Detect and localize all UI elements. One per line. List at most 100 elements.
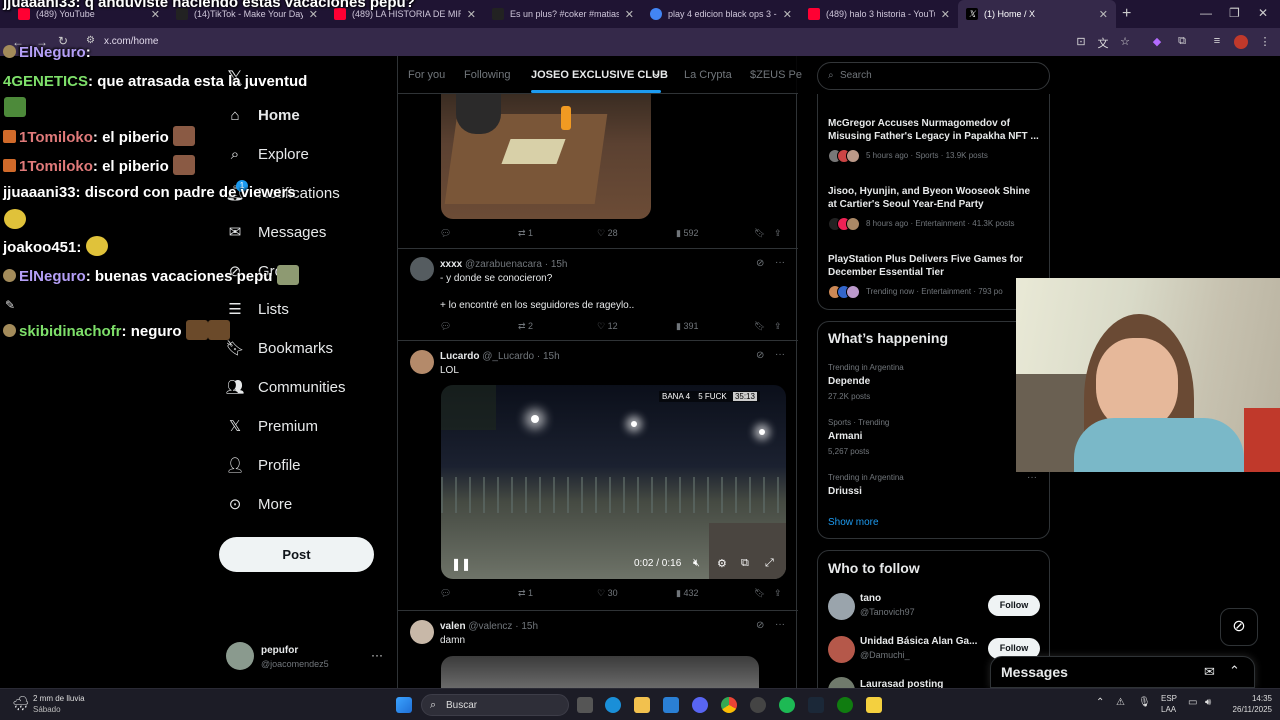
bookmark-icon[interactable]: 🔖︎ xyxy=(754,228,765,239)
window-close-icon[interactable]: ✕ xyxy=(1258,6,1268,20)
share-icon[interactable]: ⇪ xyxy=(774,228,782,239)
news-headline[interactable]: Jisoo, Hyunjin, and Byeon Wooseok Shine … xyxy=(828,185,1040,211)
share-icon[interactable]: ⇪ xyxy=(774,588,782,599)
browser-tab-active[interactable]: 𝕏 (1) Home / X ✕ xyxy=(958,0,1116,28)
minimize-icon[interactable]: — xyxy=(1200,6,1212,20)
tweet[interactable]: 💬︎ ⇄ 1 ♡ 28 ▮ 592 🔖︎ ⇪ xyxy=(398,94,798,249)
pause-icon[interactable]: ❚❚ xyxy=(451,557,471,571)
store-icon[interactable] xyxy=(663,697,679,713)
chevron-down-icon[interactable]: ⌄ xyxy=(652,68,660,79)
browser-tab[interactable]: Es un plus? #coker #matiasboti ✕ xyxy=(484,0,642,28)
author-handle[interactable]: @zarabuenacara xyxy=(465,259,542,270)
tweet[interactable]: Lucardo @_Lucardo · 15h ⊘ ··· LOL BANA 4… xyxy=(398,341,798,611)
discord-icon[interactable] xyxy=(692,697,708,713)
author-name[interactable]: valen xyxy=(440,621,466,632)
network-icon[interactable]: ⚠ xyxy=(1116,697,1125,708)
tweet[interactable]: valen @valencz · 15h ⊘ ··· damn xyxy=(398,611,798,688)
suggested-name[interactable]: Unidad Básica Alan Ga... xyxy=(860,636,977,647)
tab-zeus[interactable]: $ZEUS Pe xyxy=(750,69,802,81)
address-url[interactable]: x.com/home xyxy=(104,36,158,47)
tab-for-you[interactable]: For you xyxy=(408,69,445,81)
fullscreen-icon[interactable]: ⤢ xyxy=(765,557,774,570)
clock-time[interactable]: 14:35 xyxy=(1222,694,1272,703)
extensions-puzzle-icon[interactable]: ⧉ xyxy=(1175,35,1189,49)
compose-message-icon[interactable]: ✉ xyxy=(1204,664,1215,680)
nav-communities[interactable]: 👥︎ Communities xyxy=(225,378,345,397)
grok-floating-button[interactable]: ⊘ xyxy=(1220,608,1258,646)
tab-following[interactable]: Following xyxy=(464,69,510,81)
tweet[interactable]: xxxx @zarabuenacara · 15h ⊘ ··· - y dond… xyxy=(398,249,798,341)
chrome-icon[interactable] xyxy=(721,697,737,713)
messages-drawer[interactable]: Messages ✉ ⌃ xyxy=(990,656,1255,688)
avatar[interactable] xyxy=(828,636,855,663)
more-dots-icon[interactable]: ··· xyxy=(775,257,785,268)
search-box[interactable]: ⌕ Search xyxy=(817,62,1050,90)
nav-profile[interactable]: 👤︎ Profile xyxy=(225,456,300,475)
browser-tab[interactable]: play 4 edicion black ops 3 - Bus ✕ xyxy=(642,0,800,28)
like-button[interactable]: ♡ 28 xyxy=(597,228,618,239)
chevron-up-icon[interactable]: ⌃ xyxy=(1096,697,1104,708)
keyboard-layout[interactable]: LAA xyxy=(1161,705,1176,714)
translate-icon[interactable]: 文 xyxy=(1096,35,1110,50)
reply-icon[interactable]: 💬︎ xyxy=(440,588,451,599)
expand-icon[interactable]: ⌃ xyxy=(1229,663,1240,679)
nav-messages[interactable]: ✉ Messages xyxy=(226,223,327,242)
search-input[interactable]: Search xyxy=(840,70,872,81)
views-button[interactable]: ▮ 391 xyxy=(676,321,698,332)
taskbar-search[interactable]: ⌕ Buscar xyxy=(421,694,569,716)
close-icon[interactable]: ✕ xyxy=(467,8,476,21)
more-dots-icon[interactable]: ··· xyxy=(371,648,383,662)
browser-tab[interactable]: (489) halo 3 historia - YouTube ✕ xyxy=(800,0,958,28)
grok-icon[interactable]: ⊘ xyxy=(756,620,764,631)
bookmark-icon[interactable]: 🔖︎ xyxy=(754,588,765,599)
nav-premium[interactable]: 𝕏 Premium xyxy=(226,417,318,436)
trend-name[interactable]: Depende xyxy=(828,376,870,387)
clock-date[interactable]: 26/11/2025 xyxy=(1222,705,1272,714)
volume-icon[interactable]: 🔊︎ xyxy=(1205,697,1211,708)
spotify-icon[interactable] xyxy=(779,697,795,713)
close-icon[interactable]: ✕ xyxy=(941,8,950,21)
kebab-menu-icon[interactable]: ⋮ xyxy=(1258,35,1272,49)
bookmark-icon[interactable]: 🔖︎ xyxy=(754,321,765,332)
like-button[interactable]: ♡ 30 xyxy=(597,588,618,599)
app-icon[interactable] xyxy=(866,697,882,713)
suggested-name[interactable]: tano xyxy=(860,593,881,604)
steam-icon[interactable] xyxy=(808,697,824,713)
avatar[interactable] xyxy=(410,350,434,374)
more-dots-icon[interactable]: ··· xyxy=(775,619,785,630)
profile-avatar-icon[interactable] xyxy=(1234,35,1248,49)
nav-lists[interactable]: ☰ Lists xyxy=(226,300,289,319)
xbox-icon[interactable] xyxy=(837,697,853,713)
author-handle[interactable]: @_Lucardo xyxy=(482,351,534,362)
file-explorer-icon[interactable] xyxy=(634,697,650,713)
mute-icon[interactable]: 🔇︎ xyxy=(693,557,700,570)
more-dots-icon[interactable]: ··· xyxy=(1027,472,1037,483)
extension-icon[interactable]: ◆ xyxy=(1150,35,1164,49)
settings-icon[interactable]: ⚙ xyxy=(717,557,727,570)
like-button[interactable]: ♡ 12 xyxy=(597,321,618,332)
close-icon[interactable]: ✕ xyxy=(783,8,792,21)
views-button[interactable]: ▮ 592 xyxy=(676,228,698,239)
author-handle[interactable]: @valencz xyxy=(468,621,512,632)
video-player[interactable]: BANA 4 5 FUCK 35:13 ❚❚ 0:02 / 0:16 🔇︎ ⚙ … xyxy=(441,385,786,579)
avatar[interactable] xyxy=(828,593,855,620)
views-button[interactable]: ▮ 432 xyxy=(676,588,698,599)
windows-start-icon[interactable] xyxy=(396,697,412,713)
nav-bookmarks[interactable]: 🔖︎ Bookmarks xyxy=(225,339,333,358)
new-tab-button[interactable]: + xyxy=(1122,5,1131,23)
media-control-icon[interactable]: ≡ xyxy=(1210,35,1224,49)
app-icon[interactable] xyxy=(750,697,766,713)
grok-icon[interactable]: ⊘ xyxy=(756,258,764,269)
install-app-icon[interactable]: ⊡ xyxy=(1074,35,1088,49)
share-icon[interactable]: ⇪ xyxy=(774,321,782,332)
pip-icon[interactable]: ⧉ xyxy=(741,557,749,570)
account-switcher[interactable]: pepufor @joacomendez5 ··· xyxy=(226,642,386,672)
grok-icon[interactable]: ⊘ xyxy=(756,350,764,361)
follow-button[interactable]: Follow xyxy=(988,595,1040,616)
more-dots-icon[interactable]: ··· xyxy=(775,349,785,360)
author-name[interactable]: Lucardo xyxy=(440,351,479,362)
close-icon[interactable]: ✕ xyxy=(625,8,634,21)
tab-la-crypta[interactable]: La Crypta xyxy=(684,69,732,81)
edge-icon[interactable] xyxy=(605,697,621,713)
nav-explore[interactable]: ⌕ Explore xyxy=(226,145,309,163)
